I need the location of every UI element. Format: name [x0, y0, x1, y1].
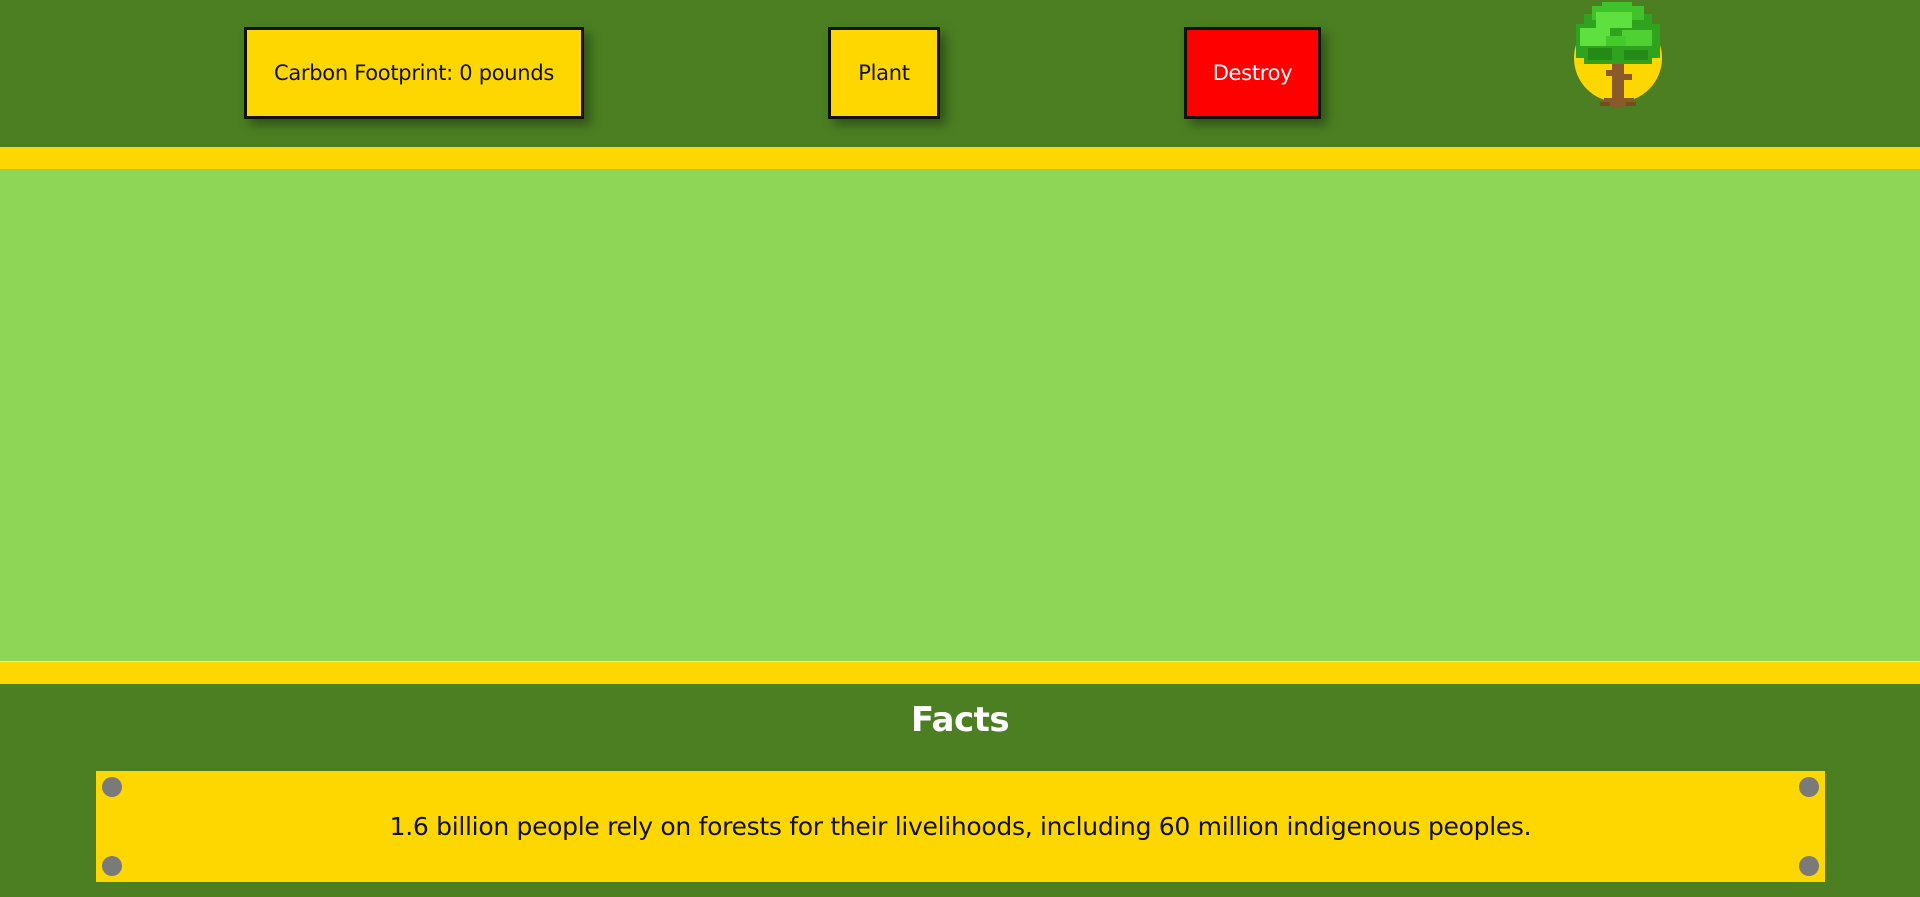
tree-icon — [1574, 2, 1662, 108]
bolt-icon — [102, 856, 122, 876]
carbon-footprint-label: Carbon Footprint: 0 pounds — [274, 61, 554, 85]
destroy-button-label: Destroy — [1212, 61, 1293, 85]
fact-text: 1.6 billion people rely on forests for t… — [389, 812, 1532, 841]
plant-button[interactable]: Plant — [828, 27, 940, 119]
fact-card: 1.6 billion people rely on forests for t… — [96, 771, 1825, 882]
bottom-yellow-stripe — [0, 662, 1920, 684]
top-yellow-stripe — [0, 147, 1920, 169]
bolt-icon — [1799, 856, 1819, 876]
destroy-button[interactable]: Destroy — [1184, 27, 1321, 119]
top-bar: Carbon Footprint: 0 pounds Plant Destroy — [0, 0, 1920, 147]
carbon-footprint-display: Carbon Footprint: 0 pounds — [244, 27, 584, 119]
bolt-icon — [1799, 777, 1819, 797]
planting-field[interactable] — [0, 169, 1920, 661]
bolt-icon — [102, 777, 122, 797]
facts-title: Facts — [910, 700, 1010, 740]
plant-button-label: Plant — [858, 61, 910, 85]
